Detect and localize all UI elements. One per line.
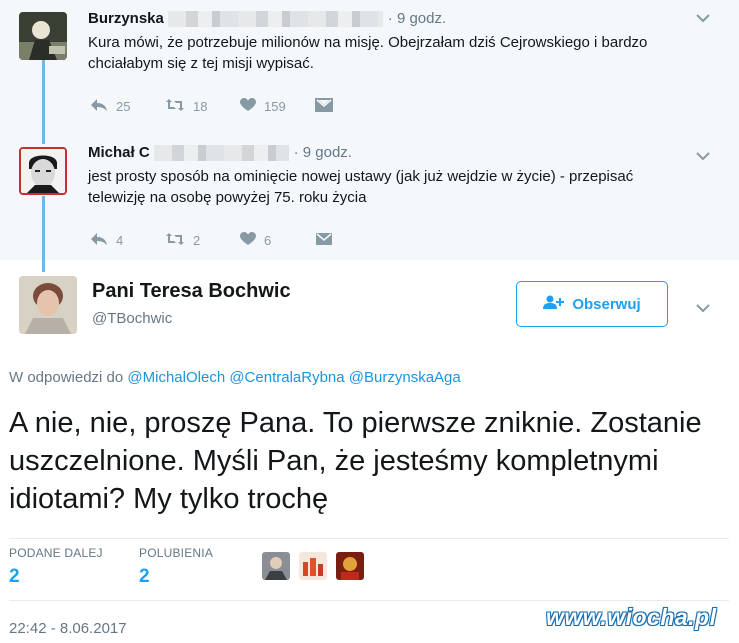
dm-action[interactable] (315, 98, 390, 115)
reply-tweet-1[interactable]: Burzynska · 9 godz. Kura mówi, że potrze… (0, 0, 739, 130)
retweets-value[interactable]: 2 (9, 566, 20, 588)
retweet-icon (165, 232, 193, 249)
follow-label: Obserwuj (572, 295, 641, 313)
thread-line (42, 60, 45, 144)
reply-icon (90, 232, 116, 249)
tweet-text: jest prosty sposób na ominięcie nowej us… (88, 168, 634, 206)
like-count: 159 (264, 99, 286, 114)
reply-to-line: W odpowiedzi do @MichalOlech @CentralaRy… (9, 369, 461, 386)
divider (9, 538, 729, 539)
retweet-action[interactable]: 18 (165, 98, 240, 115)
author-name[interactable]: Pani Teresa Bochwic (92, 280, 291, 303)
tweet-actions: 4 2 6 (90, 232, 390, 249)
reply-content: Burzynska · 9 godz. Kura mówi, że potrze… (88, 10, 679, 74)
reply-action[interactable]: 4 (90, 232, 165, 249)
avatar[interactable] (19, 276, 77, 334)
blurred-handle (168, 10, 384, 27)
liker-avatar[interactable] (336, 552, 364, 580)
like-action[interactable]: 6 (240, 232, 315, 249)
retweets-label: PODANE DALEJ (9, 546, 103, 560)
main-tweet-header: Pani Teresa Bochwic @TBochwic Obserwuj (0, 268, 739, 348)
thread-line (42, 196, 45, 272)
reply-count: 4 (116, 233, 124, 248)
avatar[interactable] (19, 12, 67, 60)
retweet-action[interactable]: 2 (165, 232, 240, 249)
tweet-time[interactable]: · 9 godz. (388, 10, 446, 27)
reply-count: 25 (116, 99, 131, 114)
follow-user-icon (543, 295, 565, 313)
main-tweet-text: A nie, nie, proszę Pana. To pierwsze zni… (9, 407, 702, 515)
chevron-down-icon[interactable] (695, 10, 711, 28)
likes-value[interactable]: 2 (139, 566, 150, 588)
retweet-count: 18 (193, 99, 208, 114)
tweet-timestamp[interactable]: 22:42 - 8.06.2017 (9, 620, 127, 637)
reply-tweet-2[interactable]: Michał C · 9 godz. jest prosty sposób na… (0, 130, 739, 260)
blurred-handle (154, 144, 290, 161)
like-count: 6 (264, 233, 272, 248)
tweet-text: Kura mówi, że potrzebuje milionów na mis… (88, 34, 648, 72)
reply-action[interactable]: 25 (90, 98, 165, 115)
retweet-count: 2 (193, 233, 201, 248)
author-name[interactable]: Michał C (88, 144, 150, 161)
chevron-down-icon[interactable] (695, 300, 711, 318)
tweet-actions: 25 18 159 (90, 98, 390, 115)
follow-button[interactable]: Obserwuj (516, 281, 668, 327)
liker-avatar[interactable] (262, 552, 290, 580)
chevron-down-icon[interactable] (695, 148, 711, 166)
dm-action[interactable] (315, 232, 390, 249)
dm-icon (315, 98, 341, 115)
dm-icon (315, 232, 341, 249)
reply-content: Michał C · 9 godz. jest prosty sposób na… (88, 144, 679, 208)
heart-icon (240, 232, 264, 249)
watermark: www.wiocha.pl (546, 604, 717, 630)
likes-label: POLUBIENIA (139, 546, 214, 560)
author-name[interactable]: Burzynska (88, 10, 164, 27)
like-action[interactable]: 159 (240, 98, 315, 115)
reply-to-prefix: W odpowiedzi do (9, 369, 124, 386)
heart-icon (240, 98, 264, 115)
divider (9, 600, 729, 601)
liker-avatar[interactable] (299, 552, 327, 580)
reply-icon (90, 98, 116, 115)
reply-to-mentions[interactable]: @MichalOlech @CentralaRybna @BurzynskaAg… (127, 369, 460, 386)
retweet-icon (165, 98, 193, 115)
avatar[interactable] (19, 147, 67, 195)
tweet-time[interactable]: · 9 godz. (294, 144, 352, 161)
author-handle[interactable]: @TBochwic (92, 310, 172, 327)
